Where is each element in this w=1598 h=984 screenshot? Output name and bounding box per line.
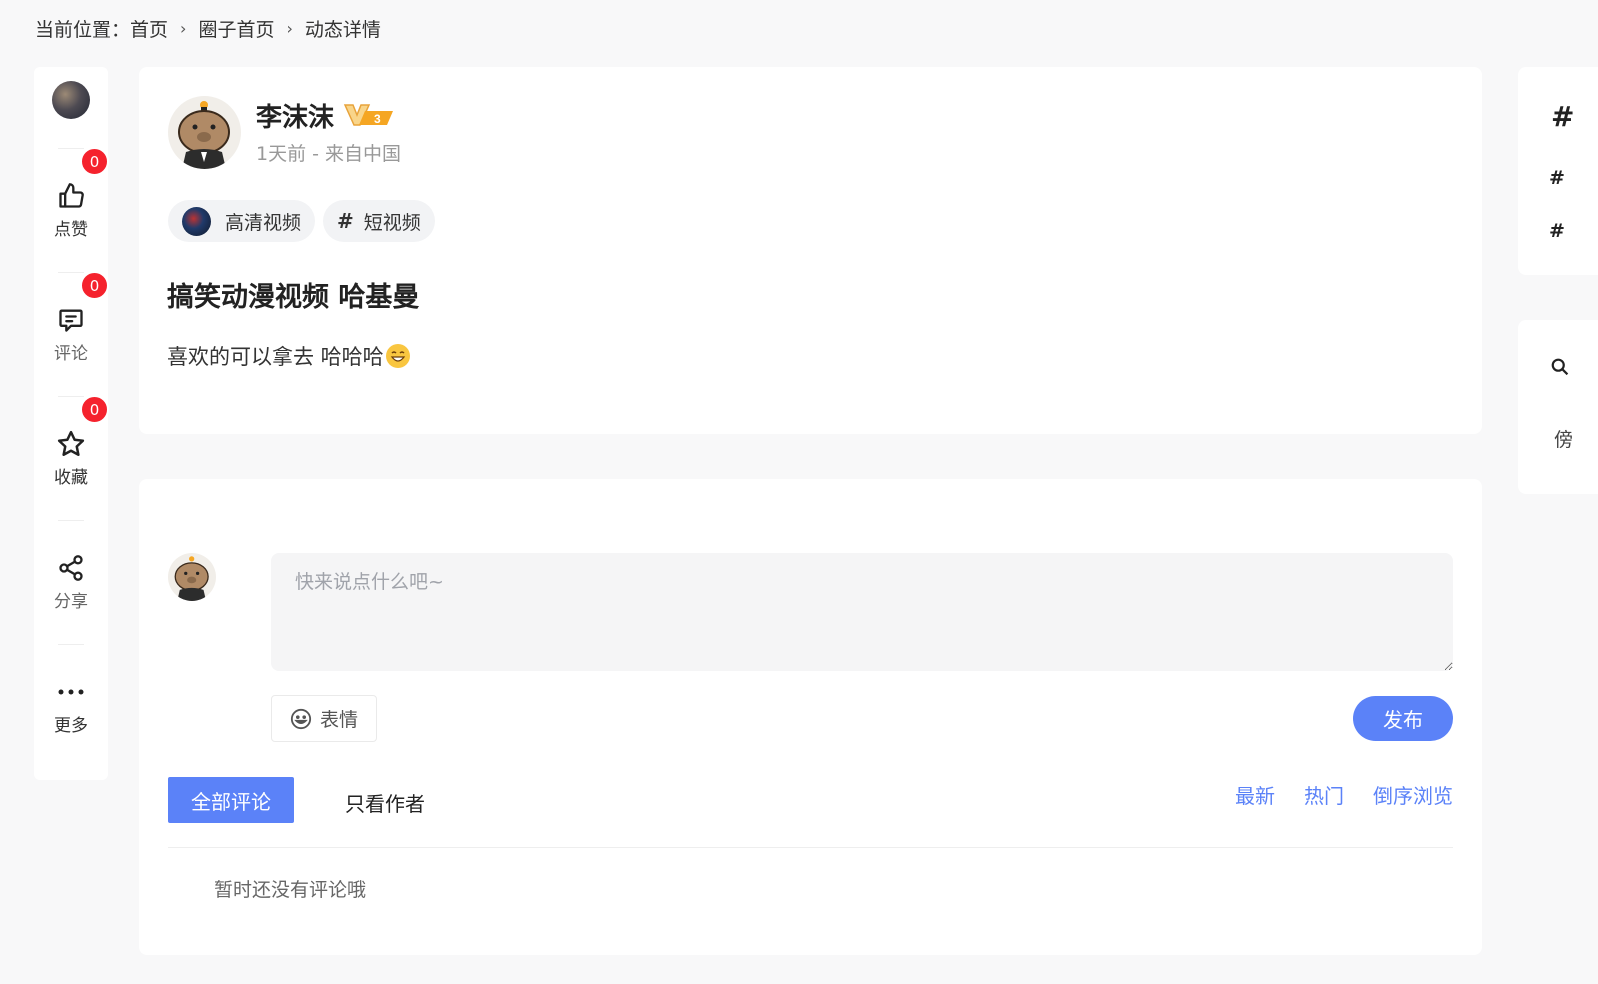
side-hash-item[interactable]: #: [1549, 220, 1565, 242]
thumbs-up-icon: [56, 181, 86, 211]
tag-label: 短视频: [363, 211, 421, 234]
sort-hot[interactable]: 热门: [1304, 780, 1344, 809]
comment-label: 评论: [54, 344, 88, 364]
action-rail: 点赞 0 评论 0 收藏 0 分享 更多: [34, 67, 109, 780]
comment-button[interactable]: 评论 0: [34, 271, 109, 396]
comment-sort: 最新 热门 倒序浏览: [1235, 780, 1453, 809]
like-label: 点赞: [54, 220, 88, 240]
more-dots-icon: [56, 677, 86, 707]
author-avatar[interactable]: [168, 96, 241, 169]
grin-emoji-icon: [385, 344, 410, 368]
smile-icon: [290, 708, 312, 729]
sort-reverse[interactable]: 倒序浏览: [1373, 780, 1453, 809]
tag-short-video[interactable]: # 短视频: [323, 200, 435, 242]
post-body-text: 喜欢的可以拿去 哈哈哈: [167, 345, 384, 369]
post-tags: 高清视频 # 短视频: [168, 200, 435, 242]
star-icon: [56, 429, 86, 459]
side-hash-heading: #: [1551, 100, 1575, 133]
share-icon: [56, 553, 86, 583]
vip-badge-icon: 3: [343, 101, 395, 127]
share-button[interactable]: 分享: [34, 521, 108, 644]
side-topics-card: # # #: [1518, 67, 1598, 275]
chevron-right-icon: ›: [180, 18, 187, 38]
tab-author-only[interactable]: 只看作者: [345, 788, 425, 817]
emoji-label: 表情: [319, 709, 358, 731]
like-count-badge: 0: [80, 147, 109, 176]
breadcrumb: 当前位置： 首页 › 圈子首页 › 动态详情: [35, 14, 381, 42]
chevron-right-icon: ›: [286, 18, 293, 38]
post-card: 李沫沫 3 1天前 - 来自中国 高清视频 # 短视频 搞笑动漫视频 哈基曼 喜…: [139, 67, 1482, 434]
breadcrumb-prefix: 当前位置：: [35, 18, 131, 41]
post-title: 搞笑动漫视频 哈基曼: [167, 282, 420, 313]
vip-level-text: 3: [374, 112, 381, 126]
like-button[interactable]: 点赞 0: [34, 147, 109, 272]
current-user-avatar[interactable]: [52, 81, 90, 119]
emoji-button[interactable]: 表情: [271, 695, 377, 742]
tab-all-comments[interactable]: 全部评论: [168, 777, 294, 823]
commenter-avatar: [168, 553, 216, 601]
link-icon: [1550, 356, 1572, 382]
tag-image-icon: [182, 206, 211, 236]
breadcrumb-home[interactable]: 首页: [130, 15, 168, 42]
comment-icon: [56, 305, 86, 335]
comment-divider: [168, 847, 1453, 848]
empty-comments-text: 暂时还没有评论哦: [214, 879, 367, 901]
favorite-label: 收藏: [54, 468, 88, 488]
publish-button[interactable]: 发布: [1353, 696, 1453, 741]
tag-hd-video[interactable]: 高清视频: [168, 200, 316, 242]
side-hash-item[interactable]: #: [1549, 167, 1565, 189]
sort-latest[interactable]: 最新: [1235, 780, 1275, 809]
comment-card: 表情 发布 全部评论 只看作者 最新 热门 倒序浏览 暂时还没有评论哦: [139, 479, 1482, 955]
favorite-count-badge: 0: [80, 395, 109, 424]
more-label: 更多: [54, 716, 88, 736]
post-body: 喜欢的可以拿去 哈哈哈: [167, 341, 410, 371]
breadcrumb-circle-home[interactable]: 圈子首页: [198, 15, 274, 42]
hash-icon: #: [337, 209, 354, 233]
share-label: 分享: [54, 592, 88, 612]
comment-count-badge: 0: [80, 271, 109, 300]
side-info-card: 傍: [1518, 320, 1598, 494]
favorite-button[interactable]: 收藏 0: [34, 395, 109, 520]
comment-input[interactable]: [271, 553, 1453, 671]
side-partial-text: 傍: [1554, 429, 1574, 451]
post-meta: 1天前 - 来自中国: [256, 143, 402, 165]
breadcrumb-current: 动态详情: [304, 18, 381, 41]
more-button[interactable]: 更多: [34, 645, 108, 768]
tag-label: 高清视频: [225, 211, 302, 234]
author-name[interactable]: 李沫沫: [256, 97, 334, 134]
